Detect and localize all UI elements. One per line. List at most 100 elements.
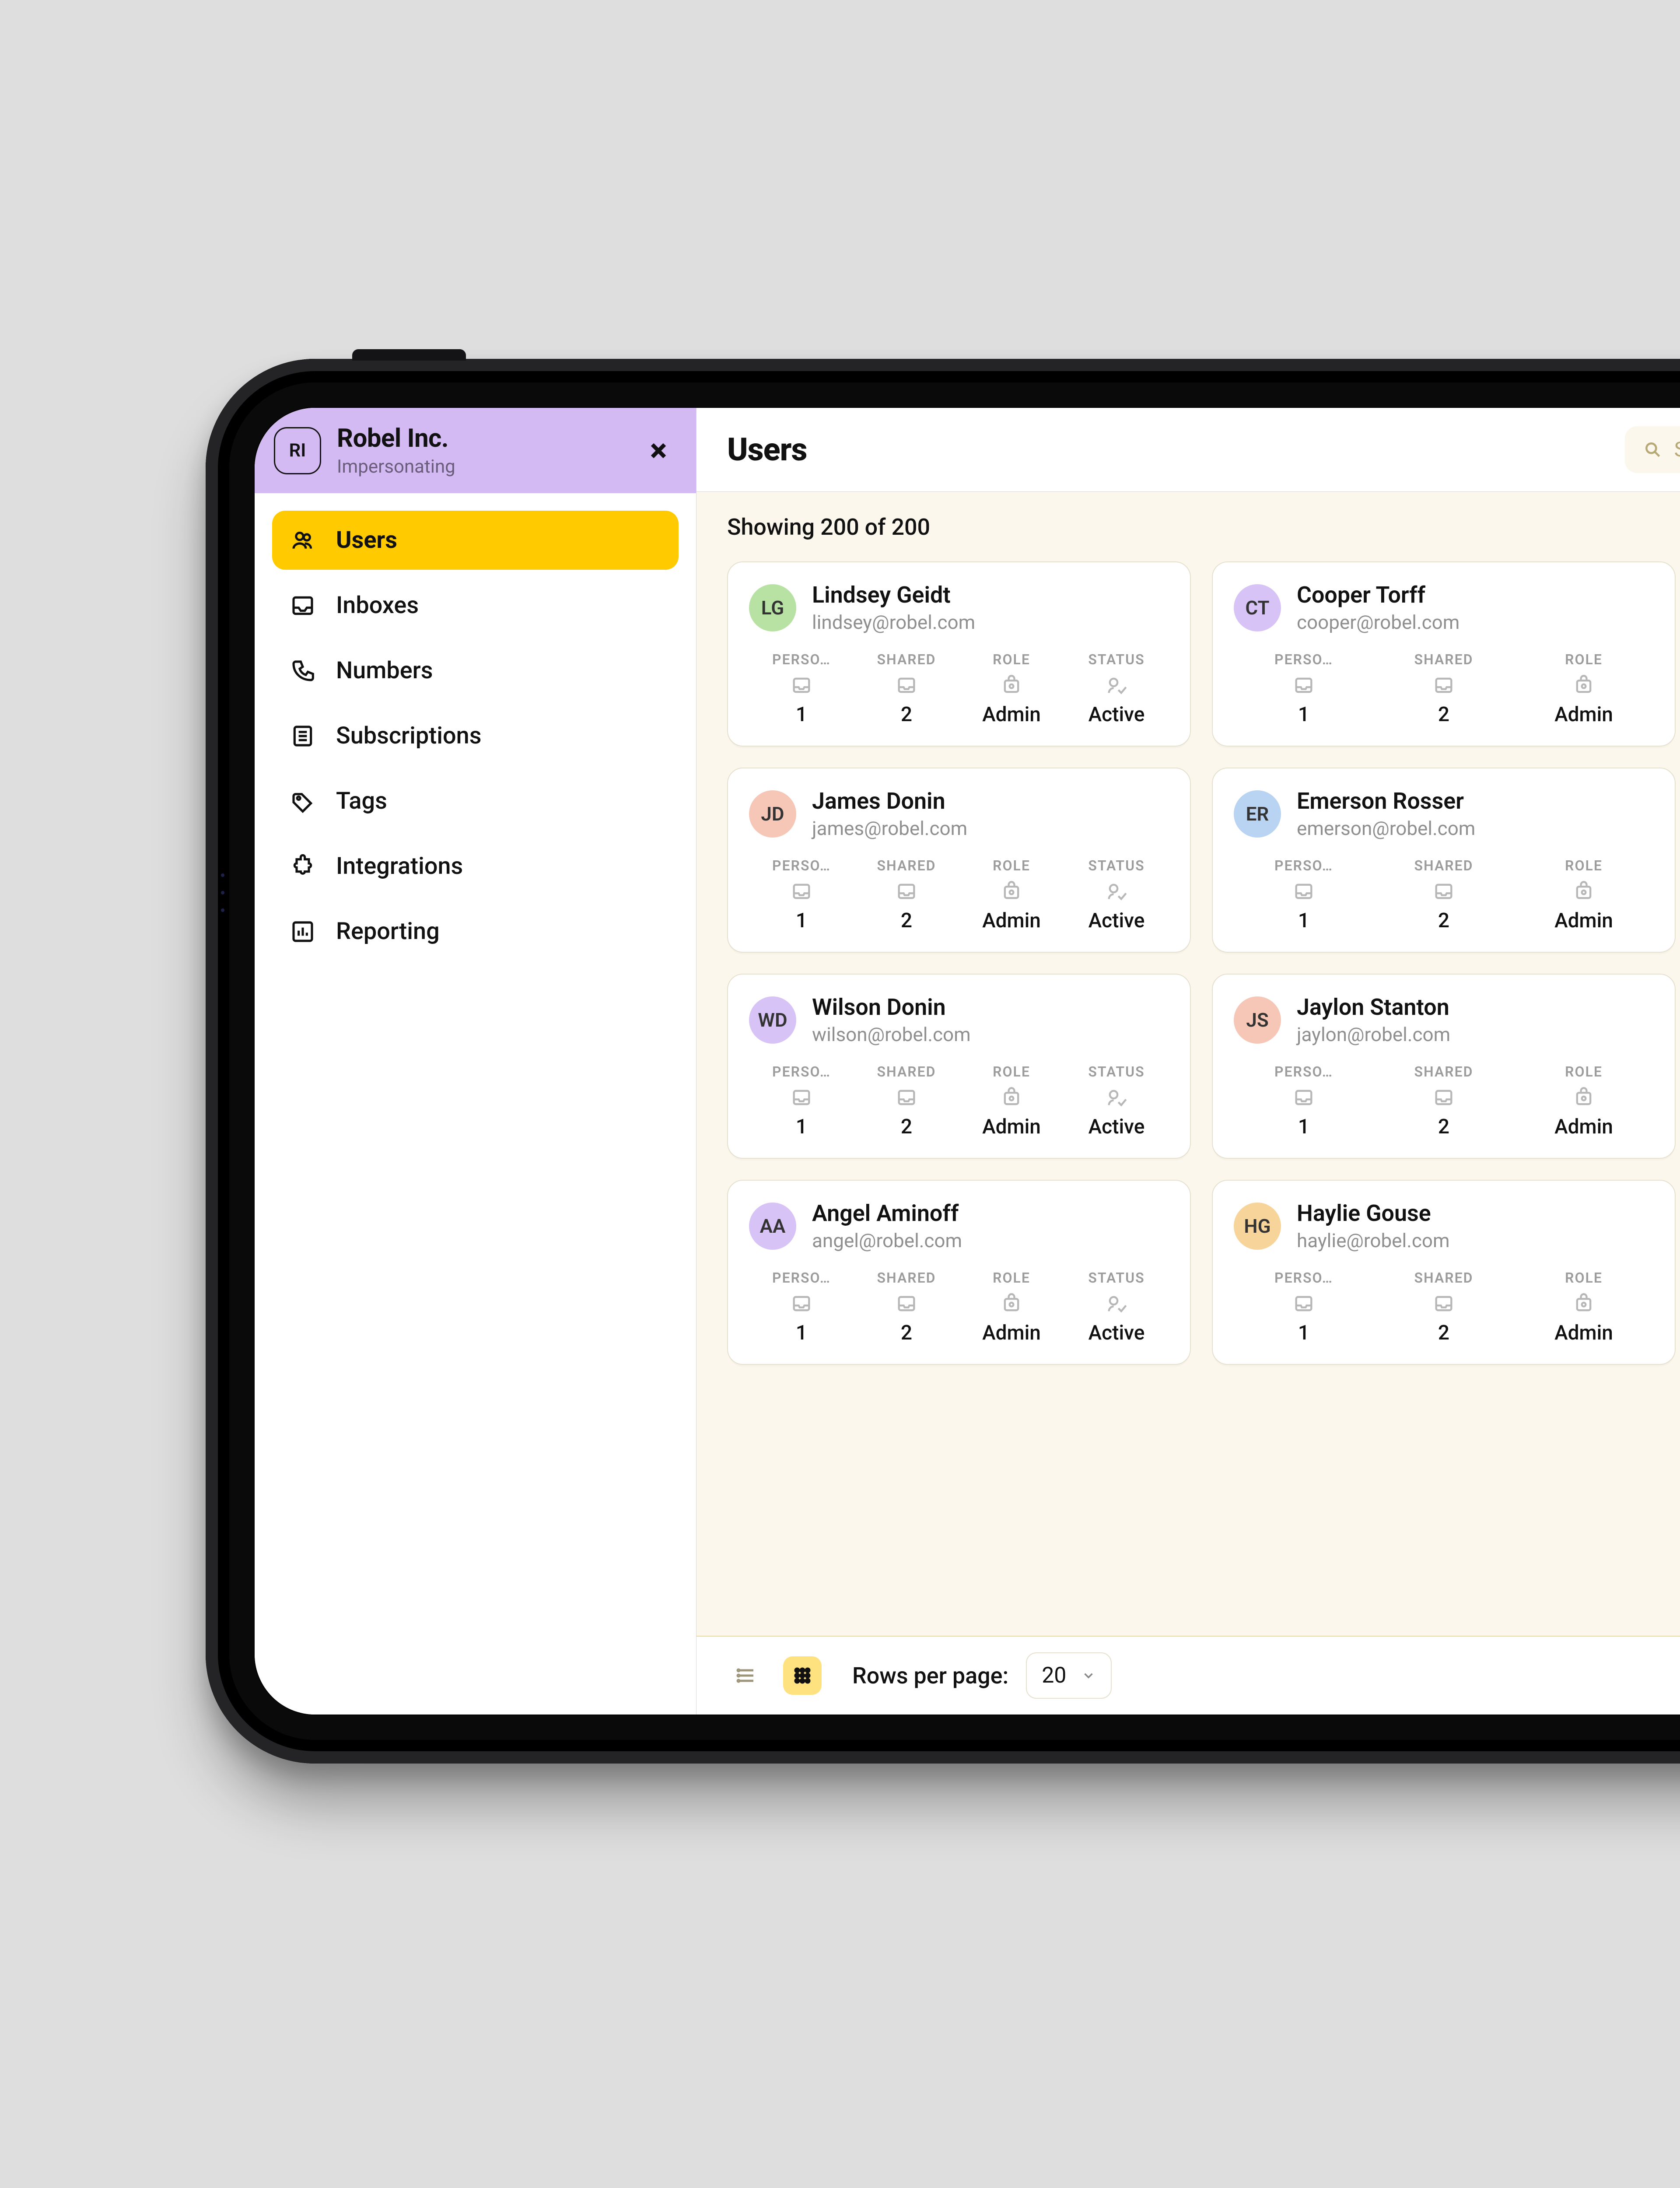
inbox-icon — [895, 880, 918, 903]
stat-shared: SHARED 2 — [854, 1063, 959, 1139]
user-meta: Haylie Gouse haylie@robel.com — [1297, 1200, 1450, 1252]
user-card-header: ER Emerson Rosser emerson@robel.com — [1234, 788, 1654, 840]
sidebar-item-numbers[interactable]: Numbers — [272, 641, 679, 700]
stat-value: 1 — [796, 1321, 807, 1345]
stat-value: Active — [1088, 909, 1145, 933]
stat-value: 1 — [796, 703, 807, 726]
stat-label: ROLE — [1565, 1063, 1603, 1080]
stat-label: SHARED — [877, 1269, 936, 1286]
inbox-icon — [1432, 1086, 1455, 1109]
user-card[interactable]: WD Wilson Donin wilson@robel.com PERSO… … — [727, 974, 1191, 1159]
sidebar-item-subscriptions[interactable]: Subscriptions — [272, 706, 679, 765]
search-box[interactable] — [1625, 426, 1680, 473]
sidebar-item-label: Subscriptions — [336, 722, 482, 750]
user-check-icon — [1105, 1086, 1128, 1109]
inbox-icon — [1292, 880, 1315, 903]
rows-per-page-select[interactable]: 20 — [1026, 1652, 1112, 1699]
user-email: angel@robel.com — [812, 1229, 962, 1252]
stat-value: 1 — [1298, 1321, 1309, 1345]
inbox-icon — [790, 880, 813, 903]
user-card[interactable]: JD James Donin james@robel.com PERSO… 1 … — [727, 768, 1191, 953]
user-card-header: HG Haylie Gouse haylie@robel.com — [1234, 1200, 1654, 1252]
user-meta: Wilson Donin wilson@robel.com — [812, 994, 971, 1046]
user-meta: Angel Aminoff angel@robel.com — [812, 1200, 962, 1252]
avatar: JD — [749, 790, 796, 838]
user-email: cooper@robel.com — [1297, 611, 1460, 634]
stat-shared: SHARED 2 — [1374, 857, 1514, 933]
user-check-icon — [1105, 1292, 1128, 1315]
user-check-icon — [1105, 880, 1128, 903]
stat-shared: SHARED 2 — [1374, 651, 1514, 726]
grid-view-button[interactable] — [783, 1656, 822, 1695]
org-name: Robel Inc. — [337, 424, 627, 453]
inbox-icon — [790, 1292, 813, 1315]
app: RI Robel Inc. Impersonating Users Inboxe… — [255, 408, 1680, 1715]
user-card[interactable]: ER Emerson Rosser emerson@robel.com PERS… — [1212, 768, 1676, 953]
list-view-icon — [736, 1665, 757, 1686]
search-input[interactable] — [1674, 438, 1680, 462]
user-stats: PERSO… 1 SHARED 2 ROLE Admin STATUS Acti… — [749, 651, 1169, 726]
tablet-device-frame: RI Robel Inc. Impersonating Users Inboxe… — [206, 359, 1680, 1764]
stat-label: ROLE — [1565, 1269, 1603, 1286]
user-meta: Cooper Torff cooper@robel.com — [1297, 582, 1460, 634]
sidebar-item-label: Reporting — [336, 918, 440, 945]
stat-value: 2 — [1438, 909, 1449, 933]
stat-label: PERSO… — [772, 857, 831, 874]
stat-label: SHARED — [1414, 651, 1473, 668]
sidebar-item-reporting[interactable]: Reporting — [272, 902, 679, 961]
user-card[interactable]: JS Jaylon Stanton jaylon@robel.com PERSO… — [1212, 974, 1676, 1159]
stat-personal: PERSO… 1 — [749, 1063, 854, 1139]
list-view-button[interactable] — [727, 1656, 766, 1695]
showing-count: Showing 200 of 200 — [727, 514, 1680, 540]
user-meta: Emerson Rosser emerson@robel.com — [1297, 788, 1475, 840]
stat-value: 2 — [901, 1115, 912, 1139]
stat-label: PERSO… — [772, 1269, 831, 1286]
user-stats: PERSO… 1 SHARED 2 ROLE Admin STATUS Acti… — [749, 1063, 1169, 1139]
user-name: Wilson Donin — [812, 994, 971, 1020]
impersonating-label: Impersonating — [337, 456, 627, 477]
inbox-icon — [1432, 880, 1455, 903]
stat-value: Admin — [1554, 703, 1613, 726]
user-email: lindsey@robel.com — [812, 611, 975, 634]
user-name: Cooper Torff — [1297, 582, 1460, 608]
user-stats: PERSO… 1 SHARED 2 ROLE Admin — [1234, 1269, 1654, 1345]
inbox-icon — [290, 593, 316, 619]
stat-value: Admin — [1554, 1115, 1613, 1139]
sidebar-item-users[interactable]: Users — [272, 511, 679, 570]
id-badge-icon — [1000, 1086, 1023, 1109]
stat-personal: PERSO… 1 — [749, 651, 854, 726]
sidebar-item-label: Tags — [336, 787, 387, 815]
user-card[interactable]: CT Cooper Torff cooper@robel.com PERSO… … — [1212, 561, 1676, 747]
avatar: AA — [749, 1203, 796, 1250]
user-card[interactable]: HG Haylie Gouse haylie@robel.com PERSO… … — [1212, 1180, 1676, 1365]
id-badge-icon — [1572, 1292, 1595, 1315]
user-name: Angel Aminoff — [812, 1200, 962, 1227]
user-name: Lindsey Geidt — [812, 582, 975, 608]
close-impersonation-button[interactable] — [643, 435, 674, 466]
inbox-icon — [1432, 1292, 1455, 1315]
stat-label: PERSO… — [772, 1063, 831, 1080]
sidebar-item-inboxes[interactable]: Inboxes — [272, 576, 679, 635]
stat-shared: SHARED 2 — [1374, 1063, 1514, 1139]
user-meta: James Donin james@robel.com — [812, 788, 967, 840]
avatar: ER — [1234, 790, 1281, 838]
sidebar-item-tags[interactable]: Tags — [272, 771, 679, 831]
stat-shared: SHARED 2 — [854, 651, 959, 726]
user-meta: Jaylon Stanton jaylon@robel.com — [1297, 994, 1450, 1046]
stat-value: 1 — [796, 909, 807, 933]
stat-value: 1 — [1298, 1115, 1309, 1139]
user-card[interactable]: AA Angel Aminoff angel@robel.com PERSO… … — [727, 1180, 1191, 1365]
stat-value: 1 — [1298, 703, 1309, 726]
stat-value: 2 — [901, 909, 912, 933]
stat-value: Admin — [982, 703, 1041, 726]
stat-label: PERSO… — [772, 651, 831, 668]
user-email: jaylon@robel.com — [1297, 1023, 1450, 1046]
stat-label: SHARED — [877, 1063, 936, 1080]
screen: RI Robel Inc. Impersonating Users Inboxe… — [254, 407, 1680, 1715]
user-card[interactable]: LG Lindsey Geidt lindsey@robel.com PERSO… — [727, 561, 1191, 747]
inbox-icon — [1292, 674, 1315, 697]
close-icon — [648, 440, 669, 461]
sidebar-item-integrations[interactable]: Integrations — [272, 837, 679, 896]
user-card-grid: LG Lindsey Geidt lindsey@robel.com PERSO… — [727, 561, 1680, 1365]
stat-value: 2 — [901, 1321, 912, 1345]
